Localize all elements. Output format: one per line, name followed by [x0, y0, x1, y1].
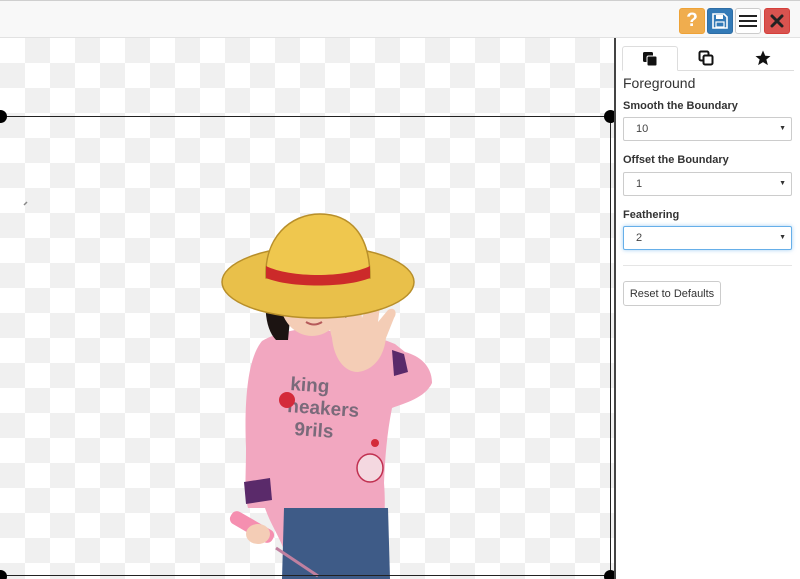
- image-canvas[interactable]: king neakers 9rils: [0, 38, 615, 579]
- feathering-value: 2: [636, 232, 643, 244]
- offset-boundary-label: Offset the Boundary: [623, 154, 729, 166]
- close-icon: [770, 14, 784, 28]
- smooth-boundary-label: Smooth the Boundary: [623, 100, 738, 112]
- foreground-layers-icon: [643, 51, 658, 66]
- smooth-boundary-select[interactable]: 10 ▼: [623, 117, 792, 141]
- help-icon: ?: [686, 10, 698, 31]
- copy-layers-icon: [698, 50, 714, 66]
- smooth-boundary-value: 10: [636, 123, 649, 135]
- tab-copy-layers[interactable]: [678, 46, 734, 70]
- chevron-down-icon: ▼: [779, 234, 786, 241]
- reset-defaults-button[interactable]: Reset to Defaults: [623, 281, 721, 306]
- help-button[interactable]: ?: [679, 8, 705, 34]
- divider: [623, 265, 792, 266]
- chevron-down-icon: ▼: [779, 180, 786, 187]
- panel-title: Foreground: [623, 75, 696, 91]
- menu-icon: [739, 15, 757, 27]
- settings-panel: Foreground Smooth the Boundary 10 ▼ Offs…: [616, 38, 800, 579]
- top-toolbar: ?: [0, 0, 800, 38]
- close-button[interactable]: [764, 8, 790, 34]
- crop-selection-box[interactable]: [0, 116, 611, 576]
- panel-tabs: [622, 46, 794, 71]
- offset-boundary-select[interactable]: 1 ▼: [623, 172, 792, 196]
- chevron-down-icon: ▼: [779, 125, 786, 132]
- save-button[interactable]: [707, 8, 733, 34]
- offset-boundary-value: 1: [636, 178, 643, 190]
- menu-button[interactable]: [735, 8, 761, 34]
- tab-favorites[interactable]: [735, 46, 791, 70]
- save-icon: [712, 13, 728, 29]
- tab-foreground[interactable]: [622, 46, 678, 71]
- star-icon: [755, 50, 771, 66]
- feathering-select[interactable]: 2 ▼: [623, 226, 792, 250]
- feathering-label: Feathering: [623, 209, 680, 221]
